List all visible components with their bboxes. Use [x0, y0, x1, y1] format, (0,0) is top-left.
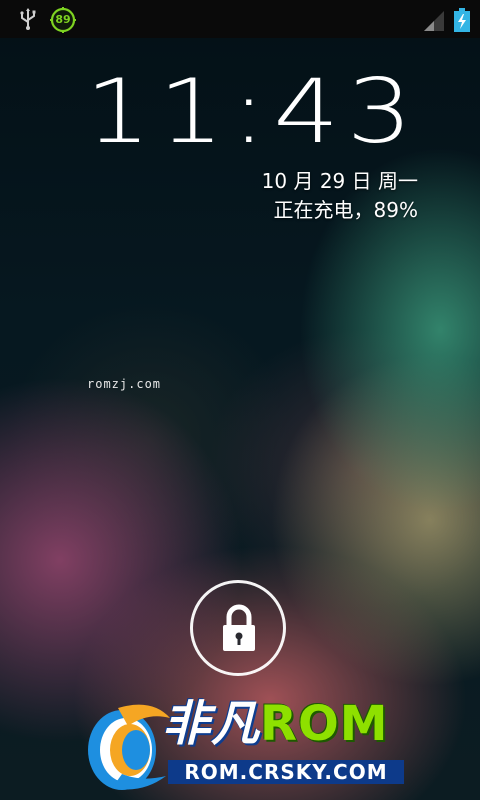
battery-percent-icon: 89	[50, 7, 76, 33]
watermark-brand-rom: ROM	[260, 696, 389, 752]
clock-time: 11:43	[85, 60, 420, 163]
watermark-logo-icon	[88, 704, 170, 790]
charging-icon	[454, 8, 470, 32]
battery-level-text: 89	[55, 13, 71, 26]
watermark-brand: 非凡ROM	[162, 700, 389, 748]
date-text: 10 月 29 日 周一	[261, 169, 418, 193]
watermark-url: ROM.CRSKY.COM	[168, 760, 404, 784]
charging-status-text: 正在充电，89%	[273, 198, 418, 222]
watermark-brand-cn: 非凡	[162, 696, 261, 752]
status-bar[interactable]: 89	[0, 0, 480, 38]
usb-icon	[20, 8, 36, 30]
owner-info-text: romzj.com	[87, 377, 162, 391]
lock-screen: 89 11:43 10 月 29 日 周一 正在充电，89% romzj.com	[0, 0, 480, 800]
unlock-handle[interactable]	[190, 580, 286, 676]
signal-icon	[424, 11, 444, 31]
lock-icon	[223, 604, 255, 651]
